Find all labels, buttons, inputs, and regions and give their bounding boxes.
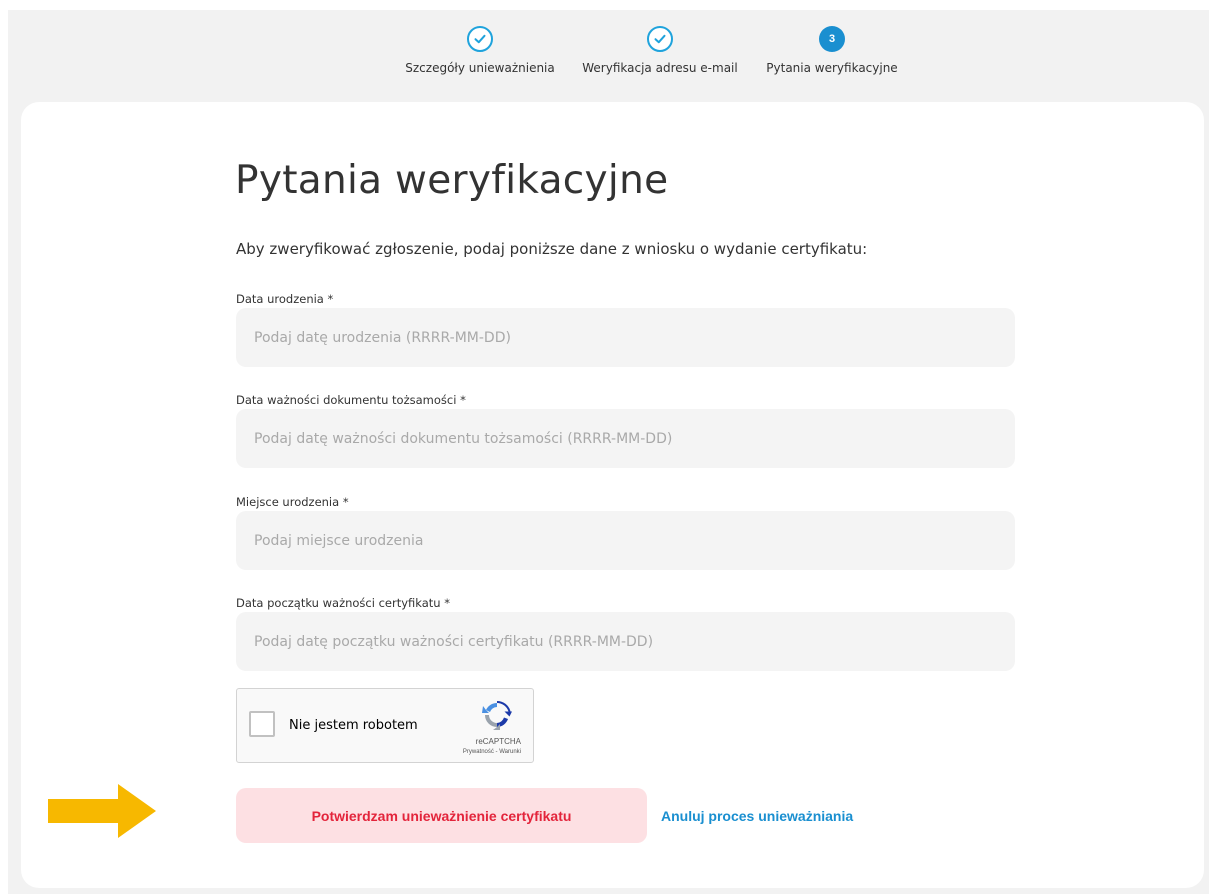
check-icon (647, 26, 673, 52)
confirm-revocation-button[interactable]: Potwierdzam unieważnienie certyfikatu (236, 788, 647, 843)
birth-date-input[interactable] (236, 308, 1015, 367)
progress-stepper: Szczegóły unieważnienia Weryfikacja adre… (8, 10, 1209, 100)
id-document-expiry-label: Data ważności dokumentu tożsamości * (236, 393, 466, 407)
form-card: Pytania weryfikacyjne Aby zweryfikować z… (21, 102, 1204, 888)
birth-place-input[interactable] (236, 511, 1015, 570)
recaptcha-widget: Nie jestem robotem reCAPTCHA Prywatność … (236, 688, 534, 763)
step-label: Pytania weryfikacyjne (766, 61, 898, 75)
arrow-right-icon (48, 784, 156, 838)
recaptcha-label: Nie jestem robotem (289, 718, 418, 733)
step-label: Szczegóły unieważnienia (405, 61, 555, 75)
certificate-start-input[interactable] (236, 612, 1015, 671)
page-background: Szczegóły unieważnienia Weryfikacja adre… (8, 10, 1209, 894)
check-icon (467, 26, 493, 52)
certificate-start-label: Data początku ważności certyfikatu * (236, 596, 450, 610)
id-document-expiry-input[interactable] (236, 409, 1015, 468)
recaptcha-logo-icon (482, 700, 512, 730)
birth-date-label: Data urodzenia * (236, 292, 334, 306)
recaptcha-brand: reCAPTCHA (475, 737, 521, 746)
step-number: 3 (819, 26, 845, 52)
cancel-revocation-link[interactable]: Anuluj proces unieważniania (661, 808, 853, 824)
step-details: Szczegóły unieważnienia (400, 26, 560, 75)
step-label: Weryfikacja adresu e-mail (582, 61, 738, 75)
page-title: Pytania weryfikacyjne (235, 158, 669, 203)
step-email-verification: Weryfikacja adresu e-mail (578, 26, 742, 75)
step-verification-questions: 3 Pytania weryfikacyjne (760, 26, 904, 75)
birth-place-label: Miejsce urodzenia * (236, 495, 349, 509)
recaptcha-checkbox[interactable] (249, 711, 275, 737)
recaptcha-terms-link[interactable]: Prywatność - Warunki (463, 749, 521, 755)
intro-text: Aby zweryfikować zgłoszenie, podaj poniż… (236, 240, 868, 258)
